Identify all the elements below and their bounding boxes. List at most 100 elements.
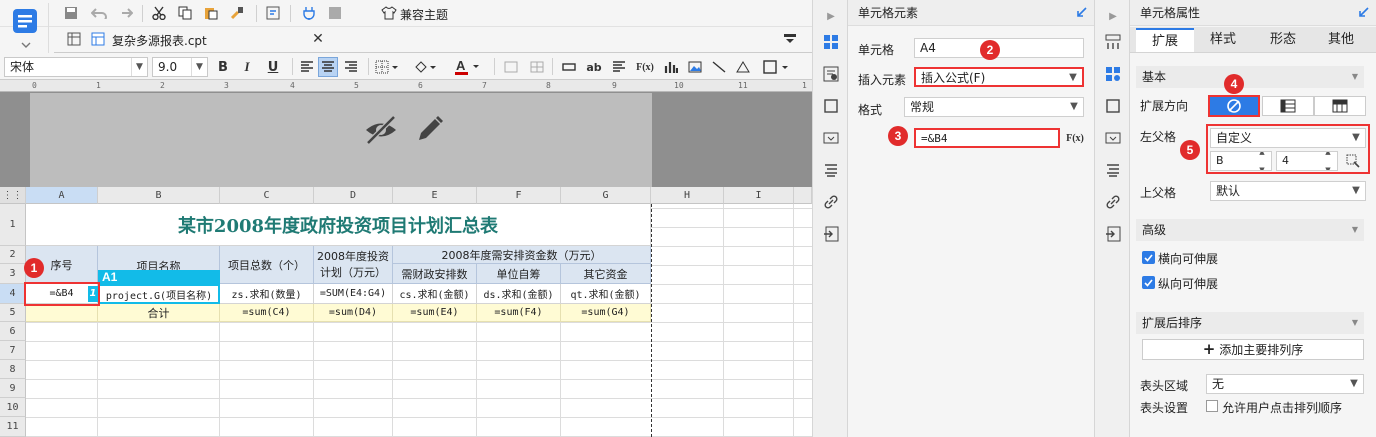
tab-style[interactable]: 样式 [1194, 28, 1252, 52]
cell-e5[interactable]: =sum(E4) [393, 304, 477, 322]
section-sort[interactable]: 扩展后排序 ▼ [1136, 312, 1364, 334]
format-brush-icon[interactable] [228, 4, 246, 22]
split-icon[interactable] [528, 58, 546, 76]
import-icon[interactable] [821, 224, 841, 244]
template-icon[interactable] [326, 4, 344, 22]
col-header-e[interactable]: E [393, 187, 477, 204]
grid-icon[interactable] [66, 31, 82, 47]
cell-select-icon[interactable] [1344, 153, 1362, 169]
cell-b5-total[interactable]: 合计 [98, 304, 220, 322]
cell-f4[interactable]: ds.求和(金额) [477, 284, 561, 304]
data-list-icon-2[interactable] [1103, 160, 1123, 180]
row-header-11[interactable]: 11 [0, 417, 26, 437]
left-parent-select[interactable]: 自定义 ▼ [1210, 128, 1366, 148]
allow-sort-checkbox[interactable] [1206, 400, 1218, 412]
row-header-5[interactable]: 5 [0, 304, 26, 322]
cell-b4[interactable]: project.G(项目名称) [98, 284, 220, 304]
close-tab-icon[interactable]: ✕ [310, 31, 326, 47]
tab-expand[interactable]: 扩展 [1136, 28, 1194, 52]
col-header-a[interactable]: A [26, 187, 98, 204]
section-basic[interactable]: 基本 ▼ [1136, 66, 1364, 88]
h-expand-checkbox[interactable] [1142, 251, 1155, 264]
header-other[interactable]: 其它资金 [561, 264, 651, 284]
insert-element-select[interactable]: 插入公式(F) ▼ [914, 67, 1084, 87]
text-element-icon[interactable]: ab [584, 58, 604, 76]
row-header-8[interactable]: 8 [0, 360, 26, 379]
left-parent-col-input[interactable]: B ▲ ▼ [1210, 151, 1272, 171]
row-header-2[interactable]: 2 [0, 246, 26, 264]
header-need[interactable]: 2008年度需安排资金数（万元） [393, 246, 651, 264]
left-parent-row-input[interactable]: 4 ▲ ▼ [1276, 151, 1338, 171]
italic-icon[interactable]: I [238, 58, 256, 76]
copy-icon[interactable] [176, 4, 194, 22]
cell-d5[interactable]: =sum(D4) [314, 304, 393, 322]
plugin-icon[interactable] [300, 4, 318, 22]
panel-pin-icon-2[interactable] [1356, 6, 1370, 20]
chart-icon[interactable] [662, 58, 680, 76]
row-header-9[interactable]: 9 [0, 379, 26, 398]
align-left-icon[interactable] [298, 58, 316, 76]
row-header-4[interactable]: 4 [0, 284, 26, 304]
report-title[interactable]: 某市2008年度政府投资项目计划汇总表 [26, 204, 651, 246]
undo-icon[interactable] [90, 4, 108, 22]
theme-button[interactable]: 兼容主题 [400, 6, 448, 23]
condition-icon[interactable] [821, 128, 841, 148]
font-color-icon[interactable]: A [452, 56, 482, 78]
widget-icon-2[interactable] [1103, 96, 1123, 116]
formula-editor-icon[interactable]: F(x) [1064, 128, 1086, 148]
fill-color-icon[interactable] [412, 58, 438, 76]
paste-icon[interactable] [202, 4, 220, 22]
add-sort-button[interactable]: + 添加主要排列序 [1142, 339, 1364, 360]
header-plan[interactable]: 2008年度投资 计划（万元） [314, 246, 393, 284]
preview-icon[interactable] [264, 4, 282, 22]
slash-icon[interactable] [710, 58, 728, 76]
col-header-b[interactable]: B [98, 187, 220, 204]
row-header-3[interactable]: 3 [0, 264, 26, 284]
underline-icon[interactable]: U [264, 58, 282, 76]
grid-corner[interactable]: ⋮⋮ [0, 187, 26, 204]
cell-icon[interactable] [560, 58, 578, 76]
cell-d4[interactable]: =SUM(E4:G4) [314, 284, 393, 304]
cell-g5[interactable]: =sum(G4) [561, 304, 651, 322]
collapse-arrow-icon[interactable]: ▶ [821, 6, 841, 26]
expand-logo-button[interactable] [3, 3, 49, 53]
cut-icon[interactable] [150, 4, 168, 22]
insert-chart-icon[interactable] [734, 58, 752, 76]
hide-eye-icon[interactable] [364, 115, 398, 145]
tab-menu-icon[interactable] [782, 31, 798, 47]
cell-e4[interactable]: cs.求和(金额) [393, 284, 477, 304]
cell-a5[interactable] [26, 304, 98, 322]
align-right-icon[interactable] [342, 58, 360, 76]
format-select[interactable]: 常规 ▼ [904, 97, 1084, 117]
link-icon-2[interactable] [1103, 192, 1123, 212]
col-header-c[interactable]: C [220, 187, 314, 204]
shirt-icon[interactable] [380, 4, 398, 22]
save-icon[interactable] [62, 4, 80, 22]
cell-attr-icon[interactable] [821, 64, 841, 84]
col-header-f[interactable]: F [477, 187, 561, 204]
cell-element-icon[interactable] [821, 32, 841, 52]
cell-f5[interactable]: =sum(F4) [477, 304, 561, 322]
col-header-h[interactable]: H [651, 187, 724, 204]
frame-icon[interactable] [762, 58, 792, 76]
col-header-d[interactable]: D [314, 187, 393, 204]
formula-icon[interactable]: F(x) [634, 58, 656, 76]
redo-icon[interactable] [116, 4, 134, 22]
image-icon[interactable] [686, 58, 704, 76]
col-header-i[interactable]: I [724, 187, 794, 204]
widget-icon[interactable] [821, 96, 841, 116]
header-total[interactable]: 项目总数（个） [220, 246, 314, 284]
panel-pin-icon[interactable] [1074, 6, 1088, 20]
bold-icon[interactable]: B [214, 58, 232, 76]
row-header-10[interactable]: 10 [0, 398, 26, 417]
col-header-g[interactable]: G [561, 187, 651, 204]
tab-other[interactable]: 其他 [1312, 28, 1370, 52]
cell-props-icon[interactable] [1103, 64, 1123, 84]
edit-pencil-icon[interactable] [414, 113, 446, 145]
row-header-1[interactable]: 1 [0, 204, 26, 246]
row-header-7[interactable]: 7 [0, 341, 26, 360]
row-header-6[interactable]: 6 [0, 322, 26, 341]
condition-icon-2[interactable] [1103, 128, 1123, 148]
font-size-select[interactable]: 9.0 ▼ [152, 57, 208, 77]
merge-icon[interactable] [502, 58, 520, 76]
